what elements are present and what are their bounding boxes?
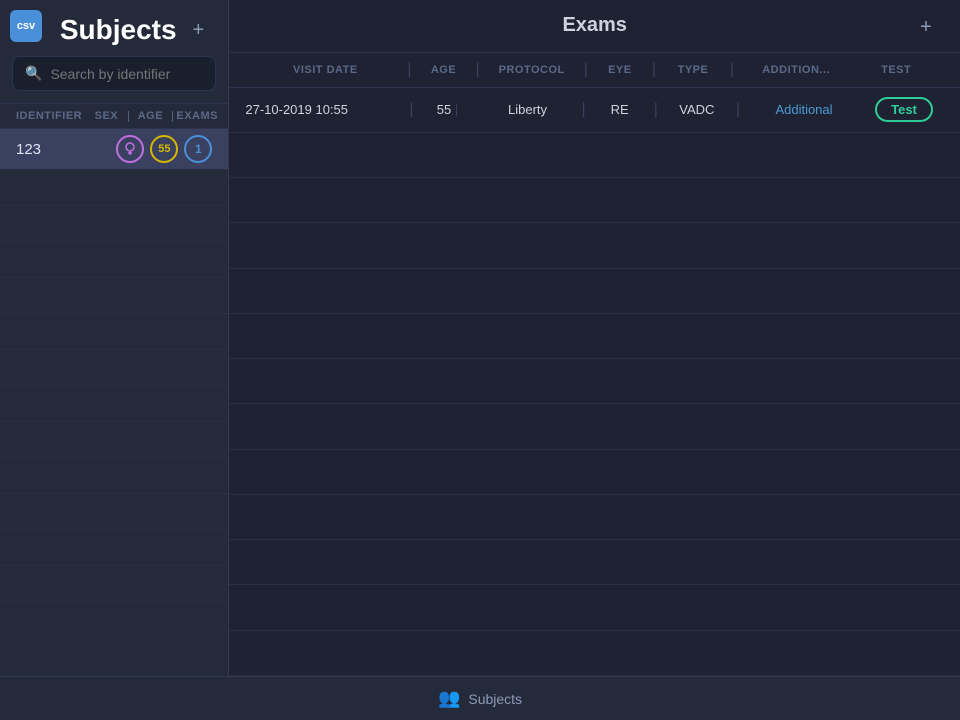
exam-visit-date: 27-10-2019 10:55 <box>245 102 405 117</box>
subject-row[interactable]: 123 55 1 <box>0 129 228 170</box>
exam-protocol: Liberty <box>478 102 578 117</box>
empty-row <box>0 458 228 494</box>
col-exams-header: EXAMS <box>176 110 212 122</box>
exam-eye: RE <box>590 102 650 117</box>
th-test: TEST <box>856 64 936 76</box>
test-button[interactable]: Test <box>875 97 933 122</box>
empty-exam-row <box>229 314 960 359</box>
th-protocol: PROTOCOL <box>482 64 582 76</box>
sex-badge <box>116 135 144 163</box>
empty-row <box>0 350 228 386</box>
sidebar: Subjects + 🔍 IDENTIFIER SEX | AGE | EXAM… <box>0 0 229 676</box>
empty-exam-row <box>229 450 960 495</box>
exams-table-header: VISIT DATE | AGE | PROTOCOL | EYE | TYPE… <box>229 53 960 88</box>
th-additional: ADDITION... <box>736 64 856 76</box>
empty-exam-row <box>229 269 960 314</box>
empty-exam-row <box>229 631 960 676</box>
exam-row: 27-10-2019 10:55 | 55 | Liberty | RE | V… <box>229 88 960 133</box>
th-age: AGE <box>414 64 474 76</box>
empty-exam-row <box>229 540 960 585</box>
empty-exam-row <box>229 404 960 449</box>
main-layout: Subjects + 🔍 IDENTIFIER SEX | AGE | EXAM… <box>0 0 960 676</box>
exam-type: VADC <box>662 102 732 117</box>
empty-exam-row <box>229 223 960 268</box>
bottom-nav: 👥 Subjects <box>0 676 960 720</box>
subjects-nav-icon: 👥 <box>438 688 460 709</box>
right-panel: Exams + VISIT DATE | AGE | PROTOCOL | EY… <box>229 0 960 676</box>
empty-exam-row <box>229 359 960 404</box>
subject-list-header: IDENTIFIER SEX | AGE | EXAMS <box>0 103 228 129</box>
exam-additional: Additional <box>744 102 864 117</box>
exams-add-button[interactable]: + <box>912 14 940 42</box>
search-container: 🔍 <box>0 56 228 103</box>
empty-row <box>0 494 228 530</box>
age-badge: 55 <box>150 135 178 163</box>
subjects-nav-label: Subjects <box>468 691 522 707</box>
empty-row <box>0 386 228 422</box>
col-identifier-header: IDENTIFIER <box>16 110 88 122</box>
th-type: TYPE <box>658 64 728 76</box>
empty-exam-row <box>229 495 960 540</box>
subject-badges: 55 1 <box>116 135 212 163</box>
empty-row <box>0 278 228 314</box>
empty-row <box>0 242 228 278</box>
th-eye: EYE <box>590 64 650 76</box>
logo-text: csv <box>17 20 35 32</box>
col-sex-header: SEX <box>88 110 124 122</box>
sidebar-title: Subjects <box>60 14 177 46</box>
empty-row <box>0 530 228 566</box>
exam-age: 55 | <box>418 102 478 117</box>
search-icon: 🔍 <box>25 65 42 82</box>
empty-row <box>0 170 228 206</box>
gender-icon <box>123 142 137 156</box>
exam-test: Test <box>864 97 944 122</box>
empty-row <box>0 206 228 242</box>
subject-list: 123 55 1 <box>0 129 228 676</box>
th-visit-date: VISIT DATE <box>245 64 405 76</box>
sidebar-add-button[interactable]: + <box>184 16 212 44</box>
empty-row <box>0 422 228 458</box>
empty-row <box>0 314 228 350</box>
empty-exam-row <box>229 178 960 223</box>
app-logo: csv <box>10 10 42 42</box>
col-age-header: AGE <box>132 110 168 122</box>
search-input[interactable] <box>50 66 203 82</box>
exams-title: Exams <box>562 14 627 37</box>
empty-row <box>0 566 228 602</box>
exams-badge: 1 <box>184 135 212 163</box>
search-input-wrap[interactable]: 🔍 <box>12 56 216 91</box>
empty-exam-row <box>229 585 960 630</box>
right-header: Exams + <box>229 0 960 53</box>
subject-identifier: 123 <box>16 141 116 158</box>
empty-exam-row <box>229 133 960 178</box>
